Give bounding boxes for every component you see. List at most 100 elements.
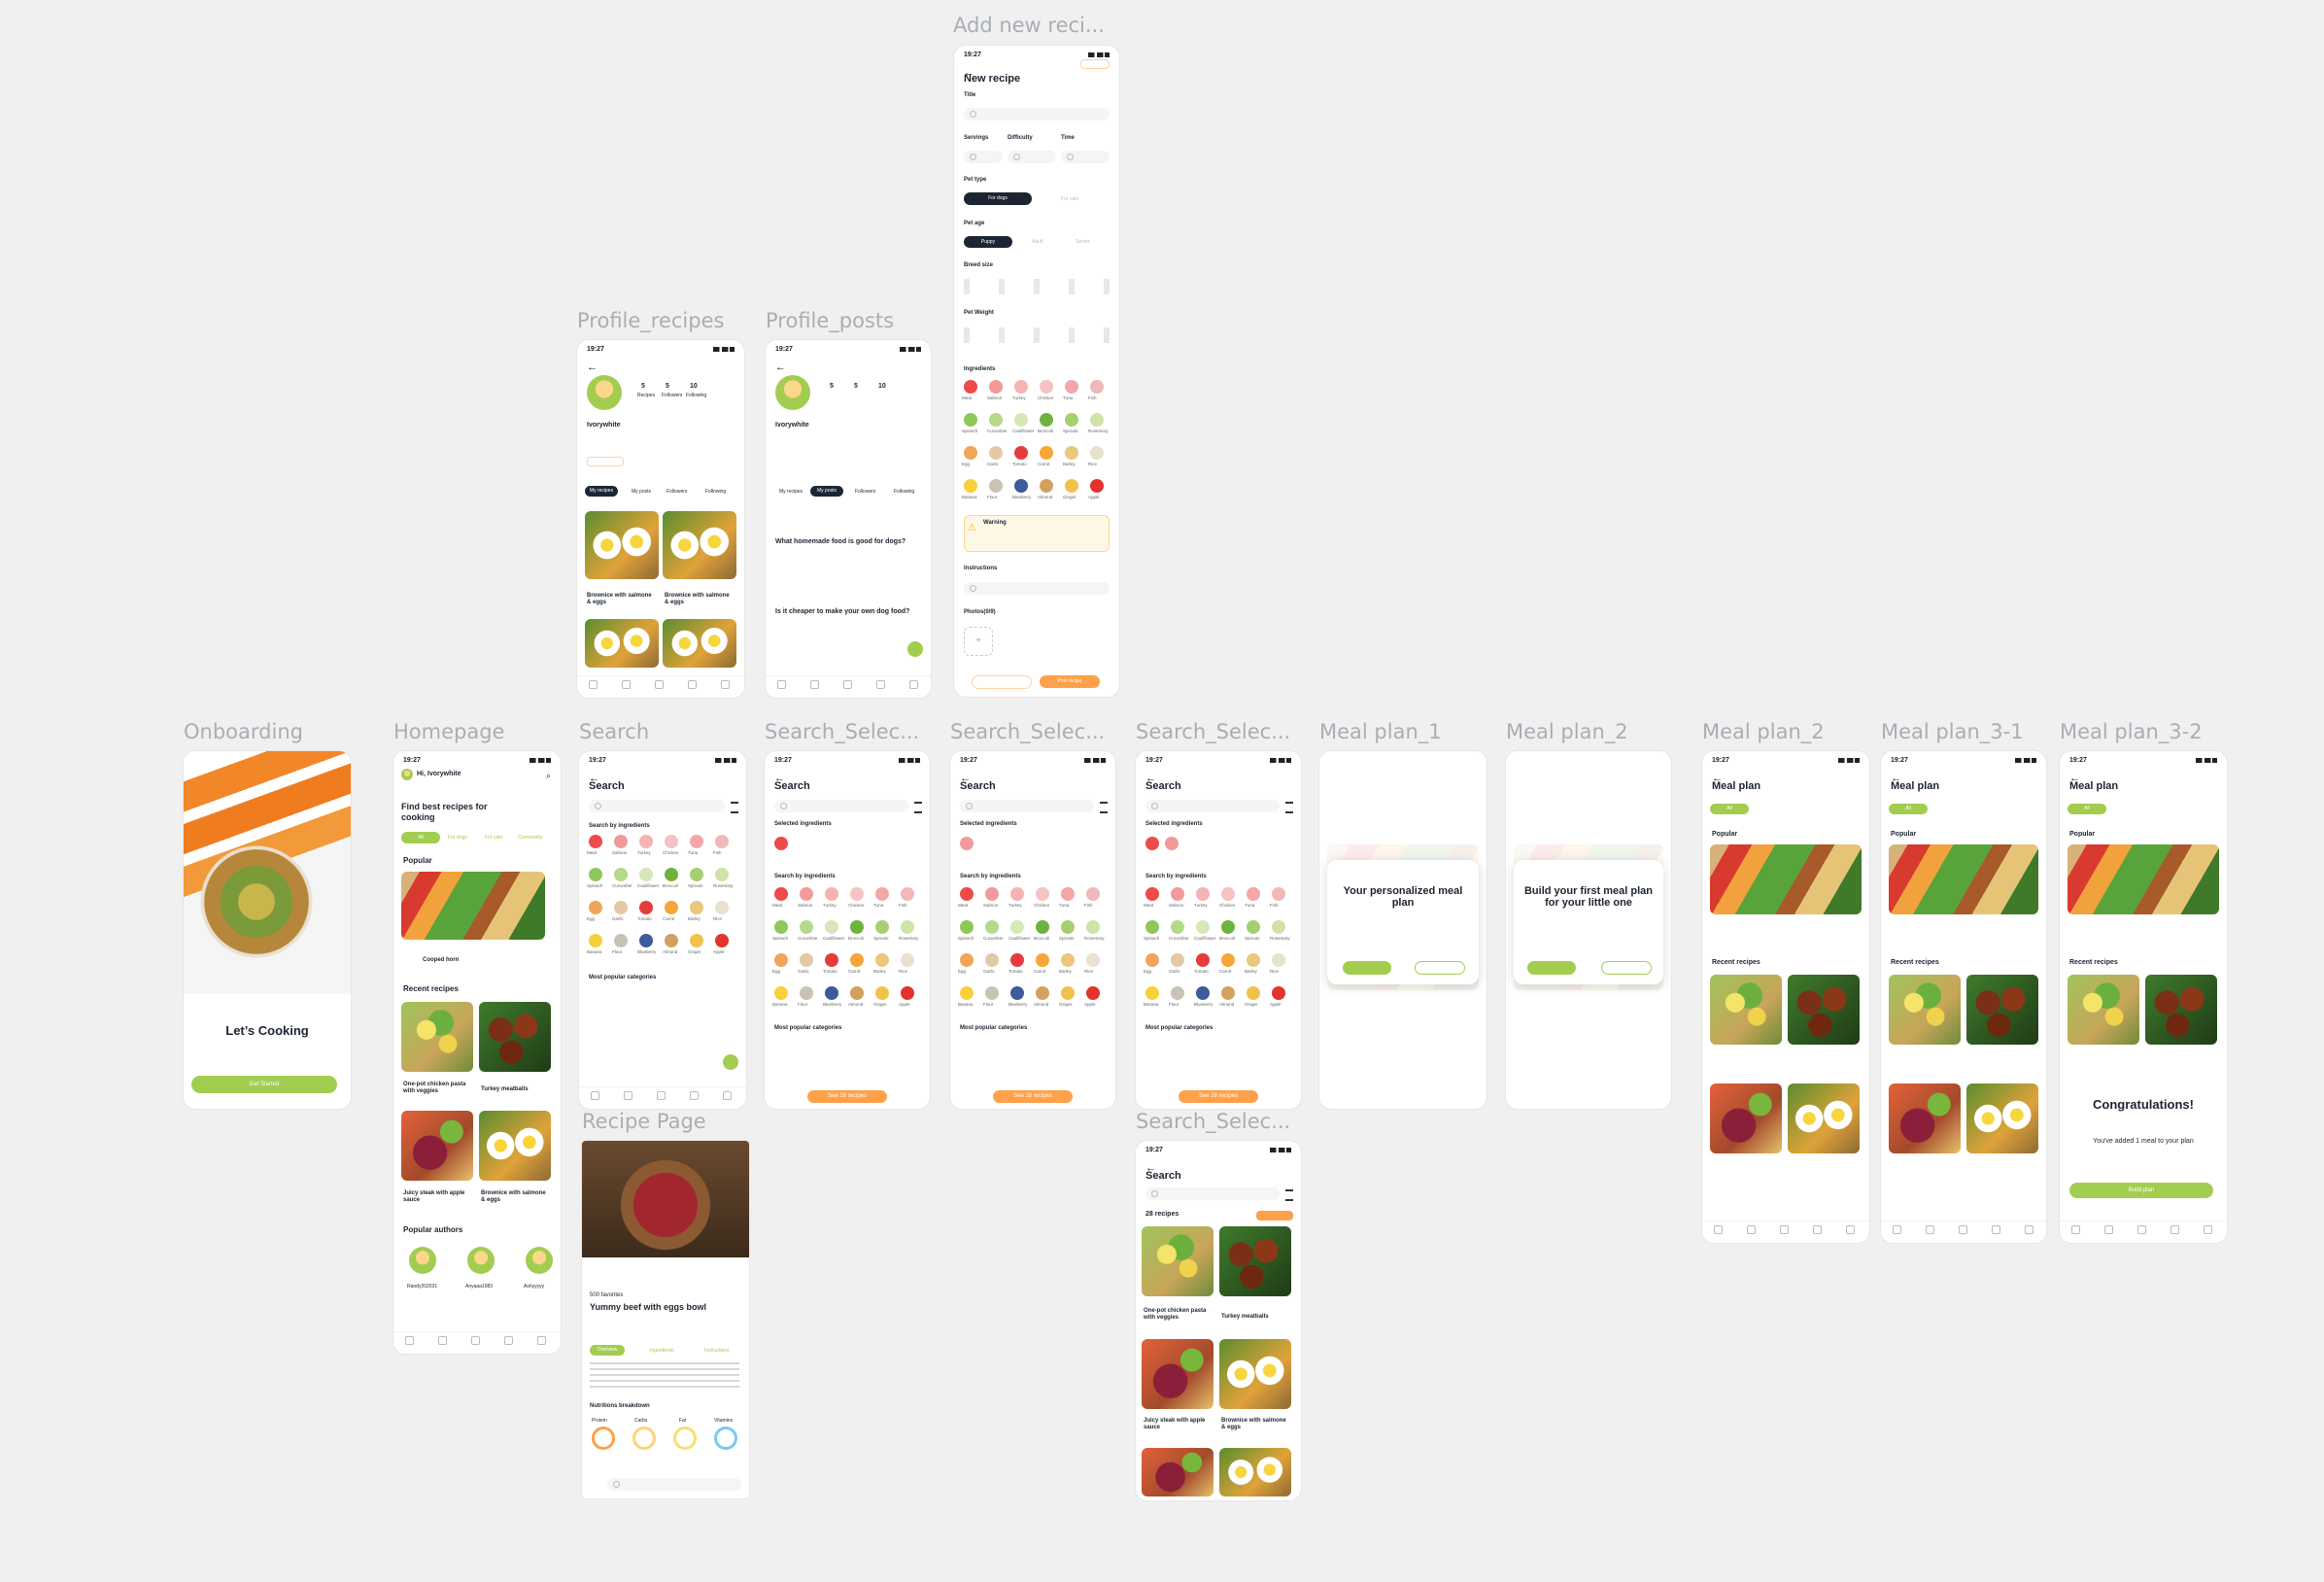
difficulty-select[interactable]	[1008, 151, 1056, 163]
ingredient-icon[interactable]	[1061, 887, 1075, 901]
recipe-card-image[interactable]	[1142, 1448, 1213, 1496]
ingredient-icon[interactable]	[1090, 479, 1104, 493]
recipe-card-image[interactable]	[1966, 1083, 2038, 1153]
ingredient-icon[interactable]	[1036, 887, 1049, 901]
tab-my-posts[interactable]: My posts	[632, 489, 651, 495]
back-arrow-icon[interactable]: ←	[775, 361, 786, 373]
recipe-card-image[interactable]	[1219, 1339, 1291, 1409]
post-title[interactable]: What homemade food is good for dogs?	[775, 538, 906, 545]
ingredient-icon[interactable]	[639, 901, 653, 914]
tab-ingredients[interactable]: Ingredients	[650, 1348, 674, 1354]
pet-age-senior[interactable]: Senior	[1076, 239, 1089, 245]
ingredient-icon[interactable]	[665, 835, 678, 848]
dialog-no-button[interactable]	[1415, 961, 1465, 975]
recipe-card-image[interactable]	[663, 511, 736, 579]
popular-card-image[interactable]	[401, 872, 545, 940]
author-avatar[interactable]	[409, 1247, 436, 1274]
ingredient-icon[interactable]	[1090, 413, 1104, 427]
ingredient-icon[interactable]	[960, 953, 974, 967]
search-icon[interactable]: ⌕	[546, 771, 551, 781]
ingredient-icon[interactable]	[850, 920, 864, 934]
recipe-card-image[interactable]	[1142, 1226, 1213, 1296]
tab-all[interactable]: All	[401, 832, 440, 843]
tab-followers[interactable]: Followers	[855, 489, 875, 495]
ingredient-icon[interactable]	[1040, 479, 1053, 493]
ingredient-icon[interactable]	[1145, 920, 1159, 934]
get-started-button[interactable]: Get Started	[191, 1076, 337, 1093]
ingredient-icon[interactable]	[1090, 380, 1104, 394]
build-plan-button[interactable]: Build plan	[2069, 1183, 2213, 1198]
recipe-card-image[interactable]	[585, 511, 659, 579]
ingredient-icon[interactable]	[614, 835, 628, 848]
ingredient-icon[interactable]	[875, 953, 889, 967]
search-input[interactable]	[589, 800, 725, 812]
recipe-card-image[interactable]	[1966, 975, 2038, 1045]
ingredient-icon[interactable]	[800, 986, 813, 1000]
ingredient-icon[interactable]	[1036, 920, 1049, 934]
ingredient-icon[interactable]	[1171, 986, 1184, 1000]
ingredient-icon[interactable]	[589, 901, 602, 914]
ingredient-icon[interactable]	[1221, 887, 1235, 901]
ingredient-icon[interactable]	[1171, 953, 1184, 967]
ingredient-icon[interactable]	[1086, 953, 1100, 967]
ingredient-icon[interactable]	[665, 901, 678, 914]
tab-overview[interactable]: Overview	[590, 1345, 625, 1356]
ingredient-icon[interactable]	[665, 868, 678, 881]
ingredient-icon[interactable]	[1014, 380, 1028, 394]
ingredient-icon[interactable]	[1086, 986, 1100, 1000]
ingredient-icon[interactable]	[800, 953, 813, 967]
ingredient-icon[interactable]	[964, 413, 977, 427]
comment-input[interactable]	[607, 1478, 741, 1491]
ingredient-icon[interactable]	[1036, 953, 1049, 967]
filter-icon[interactable]	[1285, 802, 1293, 813]
ingredient-icon[interactable]	[589, 835, 602, 848]
ingredient-icon[interactable]	[1061, 986, 1075, 1000]
ingredient-icon[interactable]	[1065, 413, 1078, 427]
ingredient-icon[interactable]	[989, 446, 1003, 460]
author-avatar[interactable]	[467, 1247, 495, 1274]
recipe-card-image[interactable]	[1219, 1226, 1291, 1296]
ingredient-icon[interactable]	[1090, 446, 1104, 460]
ingredient-icon[interactable]	[960, 986, 974, 1000]
back-arrow-icon[interactable]: ←	[587, 361, 598, 373]
pet-type-cats[interactable]: For cats	[1061, 196, 1078, 202]
add-photo-icon[interactable]: +	[964, 627, 993, 656]
recipe-card-image[interactable]	[401, 1111, 473, 1181]
selected-ingredient-icon[interactable]	[960, 837, 974, 850]
ingredient-icon[interactable]	[1061, 953, 1075, 967]
tab-following[interactable]: Following	[894, 489, 914, 495]
ingredient-icon[interactable]	[1010, 887, 1024, 901]
selected-ingredient-icon[interactable]	[1145, 837, 1159, 850]
see-recipes-button[interactable]: See 28 recipes	[993, 1090, 1073, 1103]
ingredient-icon[interactable]	[901, 986, 914, 1000]
ingredient-icon[interactable]	[614, 901, 628, 914]
tab-community[interactable]: Community	[518, 835, 542, 841]
ingredient-icon[interactable]	[960, 920, 974, 934]
ingredient-icon[interactable]	[665, 934, 678, 947]
ingredient-icon[interactable]	[989, 380, 1003, 394]
add-button[interactable]	[723, 1054, 738, 1070]
ingredient-icon[interactable]	[1014, 413, 1028, 427]
search-input[interactable]	[960, 800, 1094, 812]
recipe-card-image[interactable]	[2068, 975, 2139, 1045]
ingredient-icon[interactable]	[1086, 887, 1100, 901]
ingredient-icon[interactable]	[1014, 446, 1028, 460]
ingredient-icon[interactable]	[825, 920, 838, 934]
ingredient-icon[interactable]	[1036, 986, 1049, 1000]
dialog-yes-button[interactable]	[1343, 961, 1391, 975]
ingredient-icon[interactable]	[774, 887, 788, 901]
ingredient-icon[interactable]	[690, 901, 703, 914]
ingredient-icon[interactable]	[1196, 986, 1210, 1000]
ingredient-icon[interactable]	[964, 479, 977, 493]
recipe-card-image[interactable]	[585, 619, 659, 668]
ingredient-icon[interactable]	[715, 901, 729, 914]
ingredient-icon[interactable]	[690, 868, 703, 881]
recipe-card-image[interactable]	[1889, 1083, 1961, 1153]
filter-icon[interactable]	[1285, 1189, 1293, 1201]
filter-icon[interactable]	[731, 802, 738, 813]
title-input[interactable]	[964, 108, 1110, 120]
ingredient-icon[interactable]	[1196, 920, 1210, 934]
ingredient-icon[interactable]	[1010, 920, 1024, 934]
popular-card-image[interactable]	[2068, 844, 2219, 914]
ingredient-icon[interactable]	[1272, 986, 1285, 1000]
